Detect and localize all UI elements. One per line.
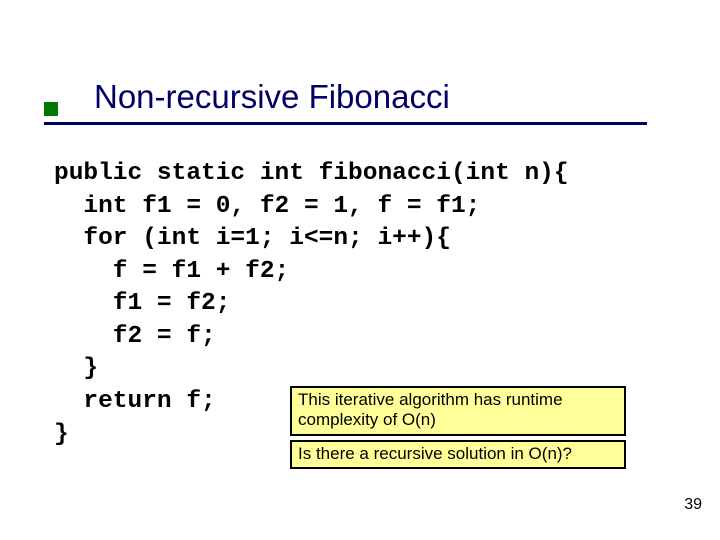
note-question: Is there a recursive solution in O(n)? [290,440,626,469]
slide: Non-recursive Fibonacci public static in… [0,0,720,540]
note-runtime: This iterative algorithm has runtime com… [290,386,626,436]
title-underline [44,122,647,125]
page-number: 39 [684,496,702,514]
slide-title: Non-recursive Fibonacci [94,78,450,116]
title-bullet-icon [44,102,58,116]
